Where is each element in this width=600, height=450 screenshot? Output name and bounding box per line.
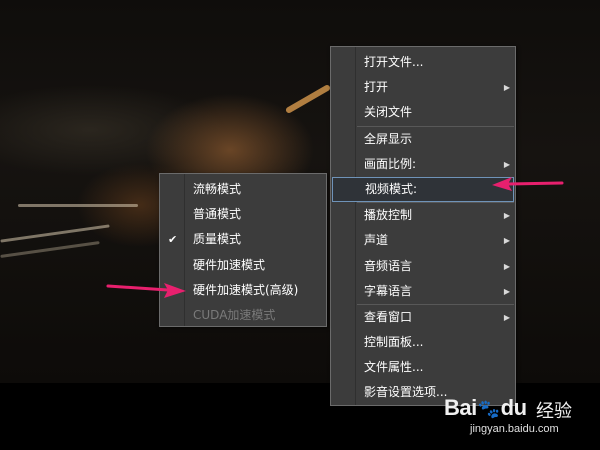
video-pen xyxy=(284,83,332,115)
menu-item-label: 打开文件... xyxy=(364,55,424,69)
video-highlight xyxy=(18,204,138,207)
menu-item-label: 音频语言 xyxy=(364,258,413,273)
watermark-cn-text: 经验 xyxy=(536,401,572,421)
menu-item-audio-channel[interactable]: 声道 ▶ xyxy=(331,228,515,253)
watermark-url: jingyan.baidu.com xyxy=(470,423,559,435)
submenu-item-label: 流畅模式 xyxy=(193,182,242,196)
menu-item-subtitle-language[interactable]: 字幕语言 ▶ xyxy=(331,279,515,304)
submenu-item-quality-mode[interactable]: ✔ 质量模式 xyxy=(160,227,326,252)
video-highlight xyxy=(0,224,110,243)
chevron-right-icon: ▶ xyxy=(503,286,510,296)
chevron-right-icon: ▶ xyxy=(503,236,510,246)
video-highlight xyxy=(0,241,100,258)
video-mode-submenu: 流畅模式 普通模式 ✔ 质量模式 硬件加速模式 硬件加速模式(高级) CUDA加… xyxy=(159,173,327,327)
menu-item-file-properties[interactable]: 文件属性... xyxy=(331,355,515,380)
menu-item-label: 查看窗口 xyxy=(364,309,413,324)
menu-item-aspect-ratio[interactable]: 画面比例: ▶ xyxy=(331,152,515,177)
submenu-item-label: 硬件加速模式(高级) xyxy=(193,282,299,297)
menu-item-label: 全屏显示 xyxy=(364,131,413,146)
menu-item-label: 文件属性... xyxy=(364,360,424,375)
menu-item-label: 控制面板... xyxy=(364,335,424,350)
annotation-arrow-icon xyxy=(106,283,186,298)
menu-item-close-file[interactable]: 关闭文件 xyxy=(331,100,515,125)
menu-item-label: 声道 xyxy=(364,233,389,248)
checkmark-icon: ✔ xyxy=(168,233,178,247)
context-menu: 打开文件... 打开 ▶ 关闭文件 全屏显示 画面比例: ▶ 视频模式: 播放控… xyxy=(330,46,516,406)
baidu-jingyan-watermark: Bai🐾du 经验 jingyan.baidu.com xyxy=(422,383,582,443)
menu-item-video-mode[interactable]: 视频模式: xyxy=(332,176,514,203)
menu-item-control-panel[interactable]: 控制面板... xyxy=(331,330,515,355)
menu-item-label: 打开 xyxy=(364,80,389,95)
submenu-item-hw-accel-mode[interactable]: 硬件加速模式 xyxy=(160,253,326,278)
chevron-right-icon: ▶ xyxy=(503,83,510,93)
submenu-item-cuda-mode: CUDA加速模式 xyxy=(160,303,326,328)
submenu-item-label: 质量模式 xyxy=(193,232,242,247)
chevron-right-icon: ▶ xyxy=(503,312,510,322)
paw-icon: 🐾 xyxy=(477,399,500,419)
menu-item-label: 字幕语言 xyxy=(364,283,413,298)
menu-item-view-window[interactable]: 查看窗口 ▶ xyxy=(331,305,515,330)
submenu-item-label: 硬件加速模式 xyxy=(193,257,266,272)
submenu-item-normal-mode[interactable]: 普通模式 xyxy=(160,202,326,227)
menu-item-audio-language[interactable]: 音频语言 ▶ xyxy=(331,254,515,279)
menu-item-label: 播放控制 xyxy=(364,208,413,223)
menu-item-playback-control[interactable]: 播放控制 ▶ xyxy=(331,203,515,228)
menu-item-label: 关闭文件 xyxy=(364,105,413,120)
baidu-logo: Bai🐾du xyxy=(444,395,527,420)
chevron-right-icon: ▶ xyxy=(503,211,510,221)
annotation-arrow-icon xyxy=(492,177,564,191)
menu-item-label: 画面比例: xyxy=(364,156,417,171)
submenu-item-smooth-mode[interactable]: 流畅模式 xyxy=(160,177,326,202)
submenu-item-label: CUDA加速模式 xyxy=(193,307,276,322)
menu-item-label: 视频模式: xyxy=(365,181,418,196)
menu-item-fullscreen[interactable]: 全屏显示 xyxy=(331,127,515,152)
chevron-right-icon: ▶ xyxy=(503,261,510,271)
menu-item-open-file[interactable]: 打开文件... xyxy=(331,50,515,75)
submenu-item-label: 普通模式 xyxy=(193,207,242,222)
menu-item-open[interactable]: 打开 ▶ xyxy=(331,75,515,100)
